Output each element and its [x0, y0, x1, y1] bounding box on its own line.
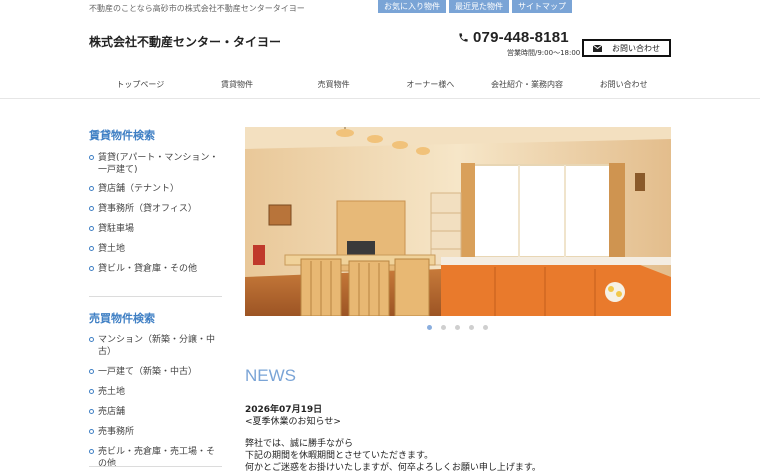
phone-block: 079-448-8181	[458, 29, 569, 46]
sidebar-item-rent-store[interactable]: 貸店舗（テナント）	[89, 183, 222, 195]
sidebar-item-label: 一戸建て（新築・中古）	[98, 367, 198, 377]
bullet-icon	[89, 337, 94, 342]
sidebar-item-sale-store[interactable]: 売店舗	[89, 406, 222, 418]
sidebar-divider	[89, 466, 222, 467]
slider-dot[interactable]	[483, 325, 488, 330]
contact-button-label: お問い合わせ	[612, 43, 660, 53]
sidebar-divider	[89, 296, 222, 297]
sidebar-item-rent-residential[interactable]: 賃貸(アパート・マンション・一戸建て)	[89, 152, 222, 176]
favorites-link[interactable]: お気に入り物件	[378, 0, 446, 13]
contact-button[interactable]: お問い合わせ	[582, 39, 671, 57]
sidebar-item-label: 売事務所	[98, 427, 135, 437]
slider-dot[interactable]	[441, 325, 446, 330]
nav-owner[interactable]: オーナー様へ	[382, 79, 479, 90]
sidebar-item-sale-house[interactable]: 一戸建て（新築・中古）	[89, 366, 222, 378]
sidebar-item-sale-mansion[interactable]: マンション（新築・分譲・中古）	[89, 334, 222, 358]
sidebar-item-label: 貸土地	[98, 244, 126, 254]
kitchen-photo	[245, 127, 671, 316]
news-body: 弊社では、誠に勝手ながら 下記の期間を休暇期間とさせていただきます。 何かとご迷…	[245, 438, 541, 474]
nav-rent[interactable]: 賃貸物件	[189, 79, 286, 90]
nav-contact[interactable]: お問い合わせ	[575, 79, 672, 90]
news-body-line: 下記の期間を休暇期間とさせていただきます。	[245, 451, 434, 461]
sidebar-item-label: 貸駐車場	[98, 224, 135, 234]
company-logo-text[interactable]: 株式会社不動産センター・タイヨー	[89, 33, 281, 50]
business-hours: 営業時間/9:00～18:00	[507, 49, 581, 57]
slider-dot[interactable]	[455, 325, 460, 330]
phone-number[interactable]: 079-448-8181	[473, 29, 569, 46]
bullet-icon	[89, 409, 94, 414]
bullet-icon	[89, 266, 94, 271]
sidebar-item-sale-office[interactable]: 売事務所	[89, 426, 222, 438]
site-tagline: 不動産のことなら高砂市の株式会社不動産センタータイヨー	[89, 4, 305, 13]
sidebar-item-label: マンション（新築・分譲・中古）	[98, 335, 216, 357]
sale-search-list: マンション（新築・分譲・中古） 一戸建て（新築・中古） 売土地 売店舗 売事務所…	[89, 334, 222, 470]
sidebar-item-label: 売店舗	[98, 407, 126, 417]
news-body-line: 何かとご迷惑をお掛けいたしますが、何卒よろしくお願い申し上げます。	[245, 463, 541, 473]
mail-icon	[593, 44, 602, 52]
hero-slider[interactable]	[245, 127, 671, 316]
phone-icon	[459, 33, 468, 42]
nav-divider	[0, 98, 760, 99]
sidebar-item-rent-land[interactable]: 貸土地	[89, 243, 222, 255]
nav-sale[interactable]: 売買物件	[285, 79, 382, 90]
nav-top[interactable]: トップページ	[92, 79, 189, 90]
sitemap-link[interactable]: サイトマップ	[512, 0, 572, 13]
sidebar-item-label: 貸店舗（テナント）	[98, 184, 180, 194]
news-subject[interactable]: <夏季休業のお知らせ>	[245, 414, 341, 427]
sidebar-item-rent-parking[interactable]: 貸駐車場	[89, 223, 222, 235]
sidebar-item-label: 売土地	[98, 387, 126, 397]
bullet-icon	[89, 226, 94, 231]
bullet-icon	[89, 155, 94, 160]
sale-search-heading: 売買物件検索	[89, 312, 155, 325]
sidebar-item-sale-land[interactable]: 売土地	[89, 386, 222, 398]
nav-company[interactable]: 会社紹介・業務内容	[479, 79, 576, 90]
slider-dot[interactable]	[427, 325, 432, 330]
bullet-icon	[89, 449, 94, 454]
bullet-icon	[89, 389, 94, 394]
sidebar-item-rent-building[interactable]: 貸ビル・貸倉庫・その他	[89, 263, 222, 275]
bullet-icon	[89, 369, 94, 374]
bullet-icon	[89, 246, 94, 251]
recently-viewed-link[interactable]: 最近見た物件	[449, 0, 509, 13]
bullet-icon	[89, 429, 94, 434]
rent-search-heading: 賃貸物件検索	[89, 129, 155, 142]
top-links: お気に入り物件 最近見た物件 サイトマップ	[378, 0, 572, 13]
sidebar-item-label: 貸事務所（貸オフィス）	[98, 204, 197, 214]
sidebar-item-rent-office[interactable]: 貸事務所（貸オフィス）	[89, 203, 222, 215]
bullet-icon	[89, 206, 94, 211]
rent-search-list: 賃貸(アパート・マンション・一戸建て) 貸店舗（テナント） 貸事務所（貸オフィス…	[89, 152, 222, 275]
main-nav: トップページ 賃貸物件 売買物件 オーナー様へ 会社紹介・業務内容 お問い合わせ	[92, 79, 672, 90]
news-heading: NEWS	[245, 366, 296, 385]
sidebar-item-label: 賃貸(アパート・マンション・一戸建て)	[98, 153, 219, 175]
slider-dot[interactable]	[469, 325, 474, 330]
bullet-icon	[89, 186, 94, 191]
sidebar-item-label: 貸ビル・貸倉庫・その他	[98, 264, 198, 274]
news-body-line: 弊社では、誠に勝手ながら	[245, 439, 354, 449]
slider-pagination	[427, 325, 488, 330]
